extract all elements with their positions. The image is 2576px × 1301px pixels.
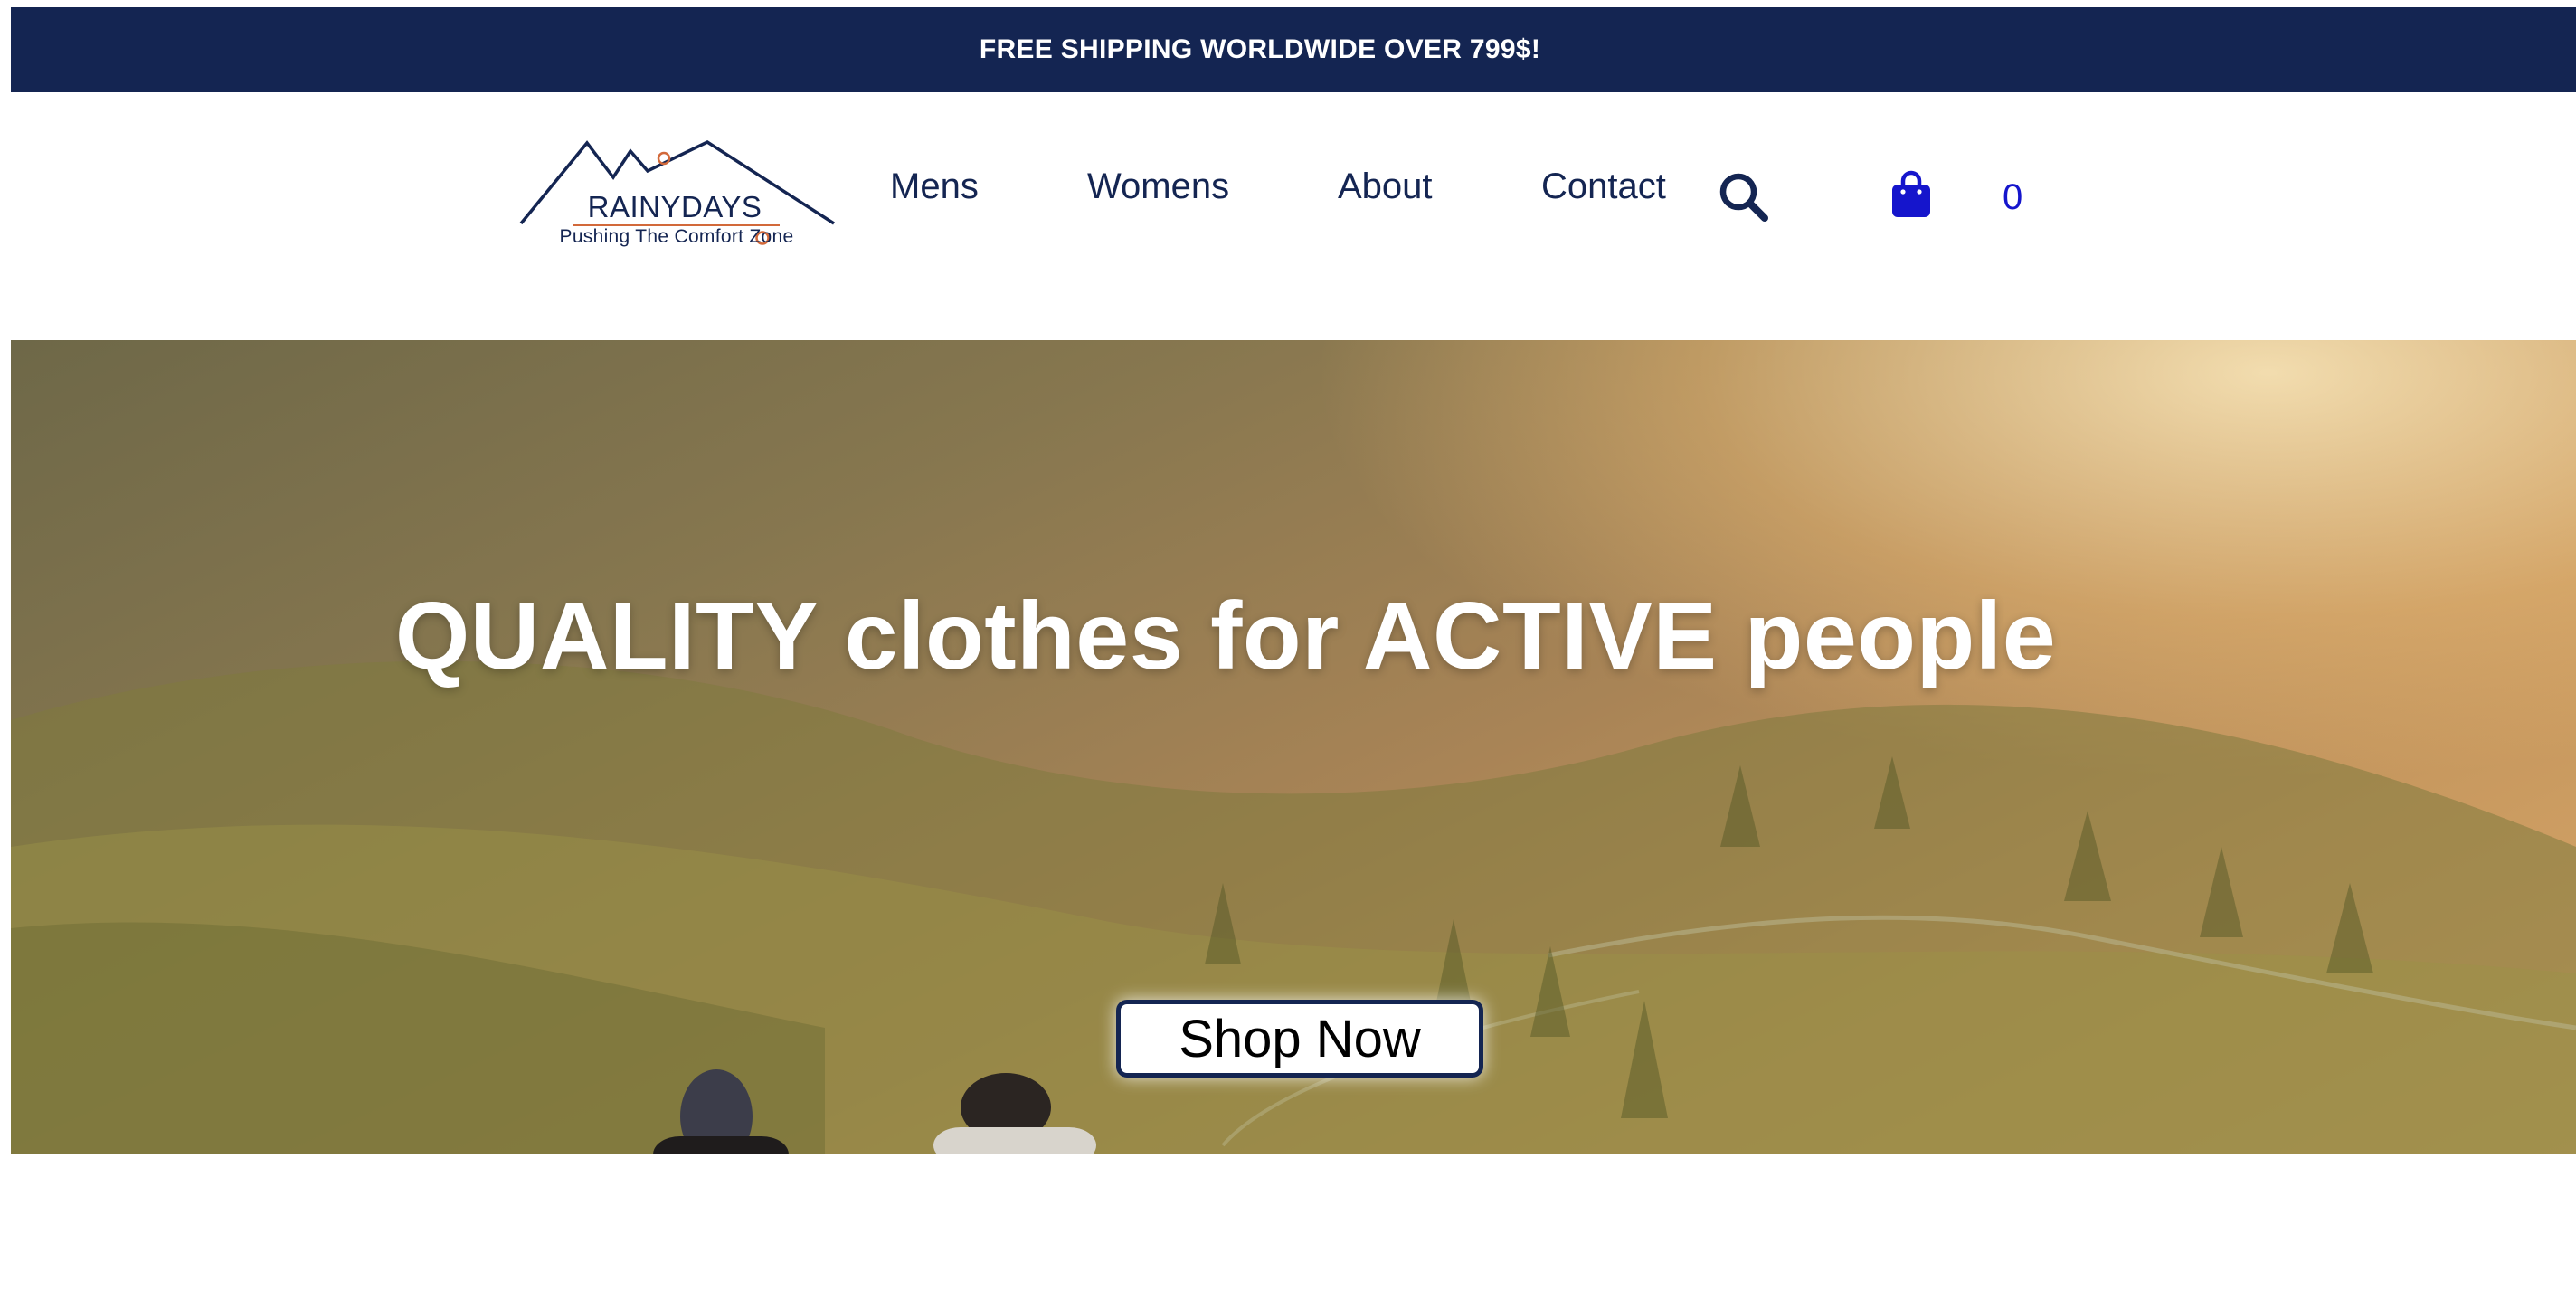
hero-title: QUALITY clothes for ACTIVE people	[11, 582, 2576, 691]
hero-banner: QUALITY clothes for ACTIVE people Shop N…	[11, 340, 2576, 1154]
cart-button[interactable]	[1890, 170, 1932, 219]
logo-wordmark: RAINYDAYS	[587, 190, 762, 223]
nav-link-mens[interactable]: Mens	[890, 161, 979, 212]
shop-now-button[interactable]: Shop Now	[1116, 1000, 1483, 1078]
nav-link-contact[interactable]: Contact	[1541, 161, 1666, 212]
nav-link-womens[interactable]: Womens	[1087, 161, 1229, 212]
site-logo[interactable]: RAINYDAYS Pushing The Comfort Zone	[517, 136, 838, 253]
search-button[interactable]	[1717, 170, 1769, 223]
nav-link-about[interactable]: About	[1338, 161, 1433, 212]
search-icon	[1719, 173, 1768, 222]
cart-count: 0	[2003, 177, 2023, 217]
hero-title-text: QUALITY clothes for ACTIVE people	[394, 583, 2057, 690]
promo-banner: FREE SHIPPING WORLDWIDE OVER 799$!	[11, 7, 2576, 92]
promo-text: FREE SHIPPING WORLDWIDE OVER 799$!	[979, 34, 1541, 64]
logo-tagline: Pushing The Comfort Zone	[559, 226, 794, 247]
shopping-bag-icon	[1892, 170, 1930, 217]
